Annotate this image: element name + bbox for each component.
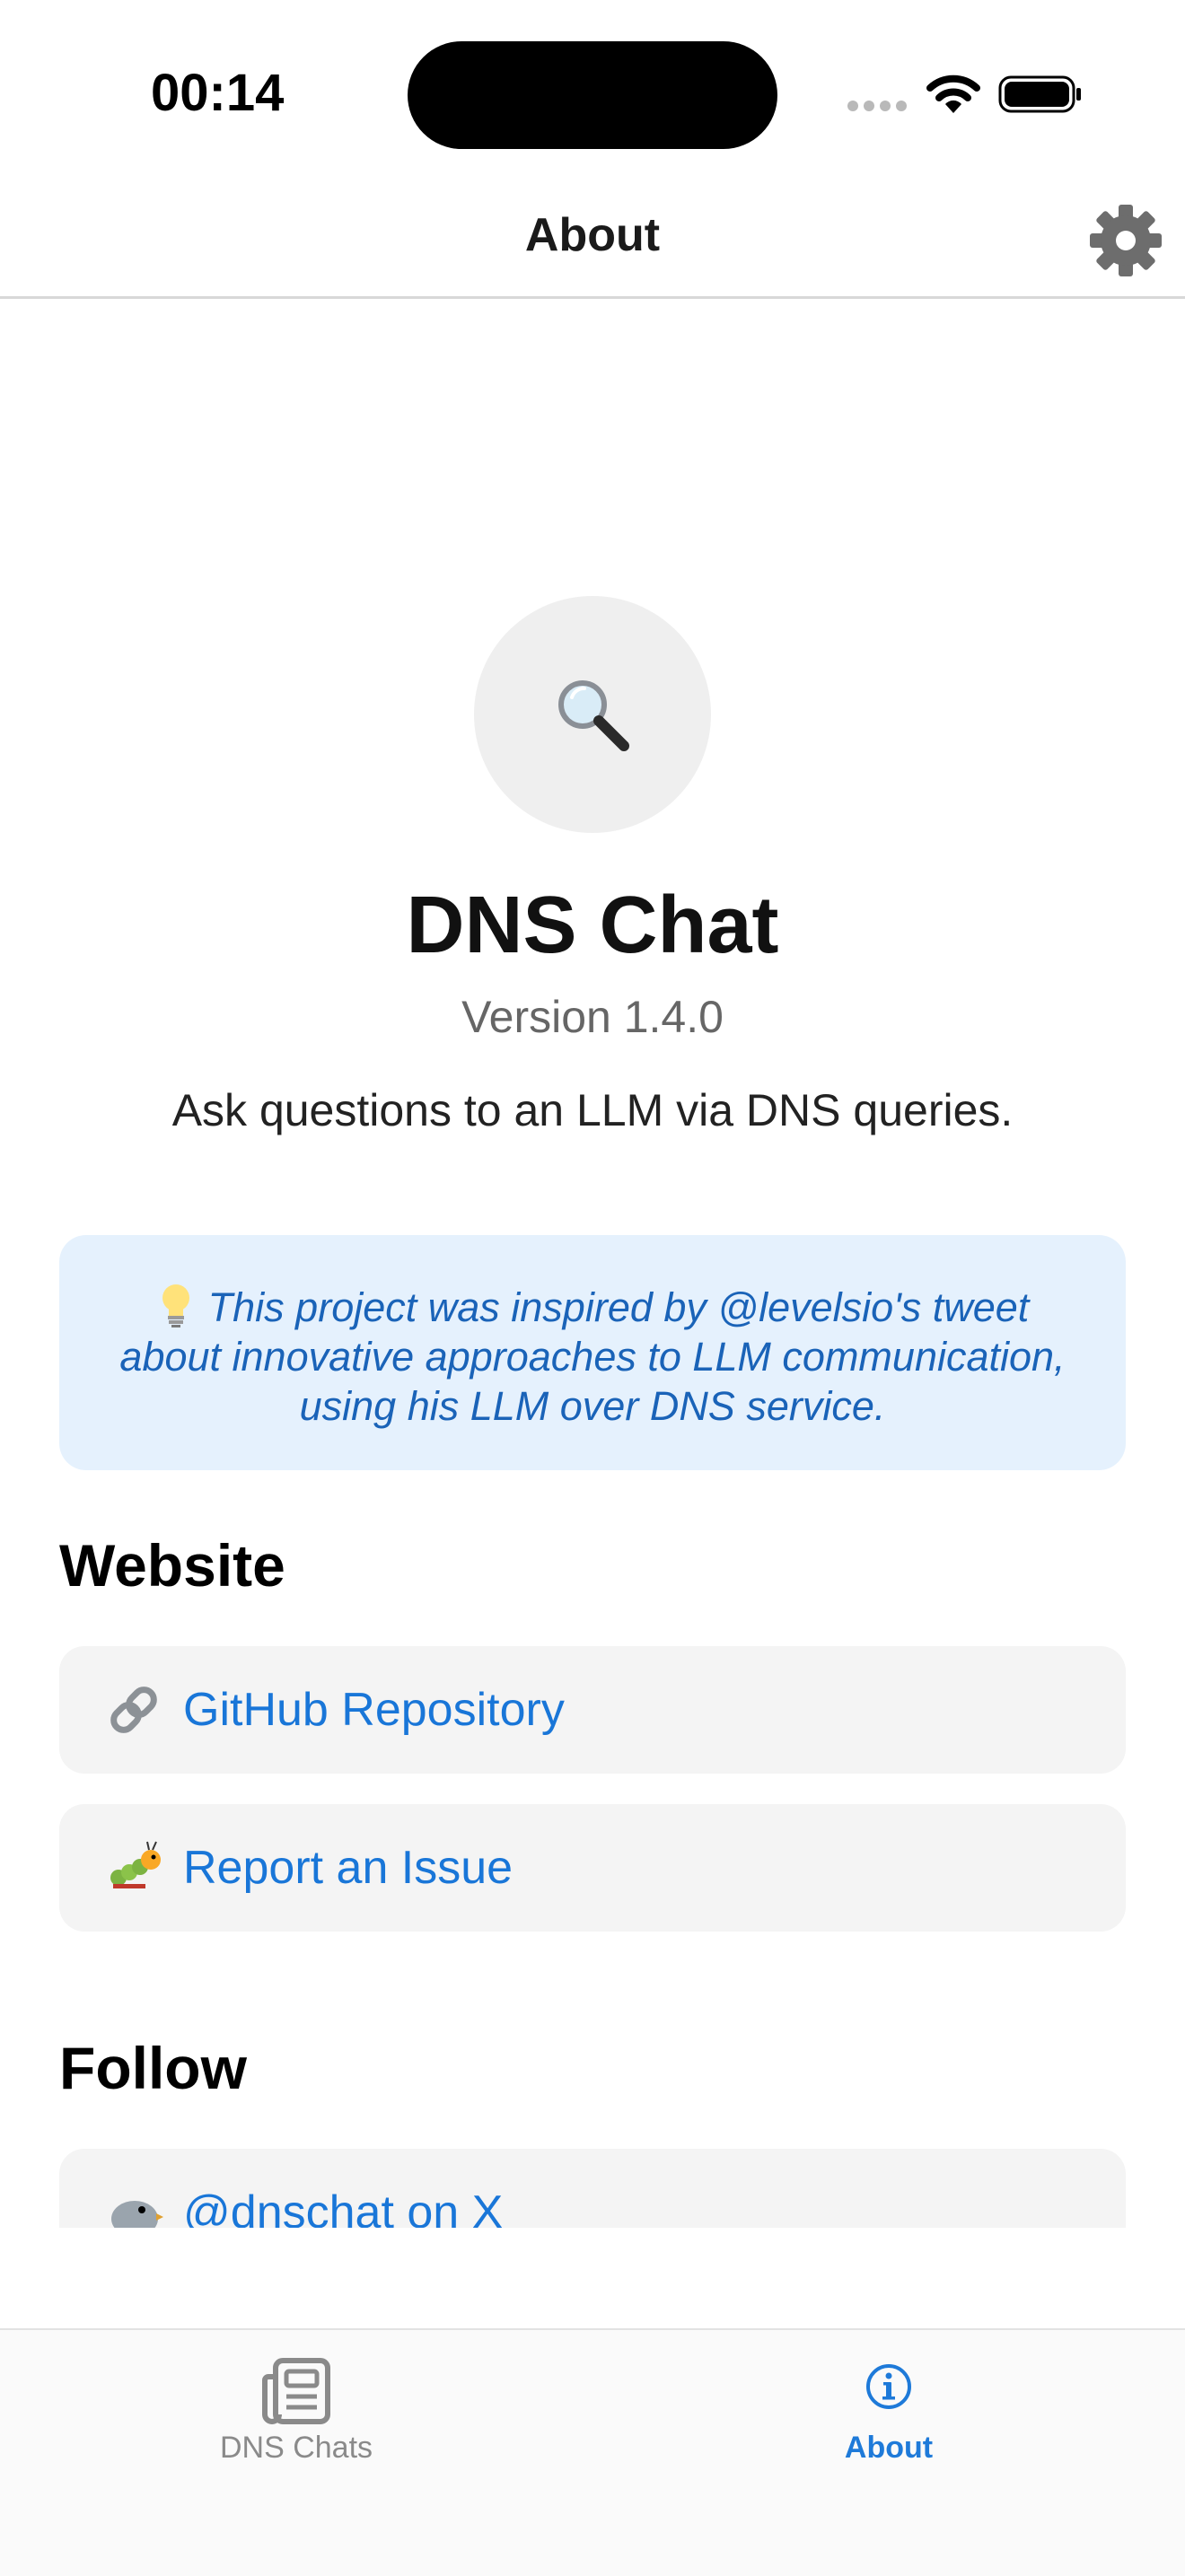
page-title: About [524, 209, 661, 261]
battery-icon [998, 74, 1083, 115]
lightbulb-icon [162, 1284, 189, 1327]
tab-about[interactable]: About [592, 2330, 1185, 2510]
nav-header: About [0, 171, 1185, 299]
tab-bar: DNS Chats About [0, 2328, 1185, 2576]
bug-icon [104, 1838, 163, 1897]
info-circle-icon [865, 2362, 913, 2415]
link-label: @dnschat on X [183, 2186, 504, 2228]
cellular-signal-icon [847, 101, 907, 113]
app-tagline: Ask questions to an LLM via DNS queries. [171, 1085, 1014, 1135]
app-logo [474, 596, 711, 833]
scroll-clip: @dnschat on X [0, 2136, 1185, 2228]
dynamic-island [408, 41, 777, 149]
app-name: DNS Chat [406, 881, 779, 970]
link-label: GitHub Repository [183, 1684, 565, 1736]
follow-heading: Follow [59, 2035, 247, 2101]
magnifying-glass-icon [558, 680, 629, 751]
gear-icon [1090, 205, 1162, 276]
status-time: 00:14 [151, 64, 285, 122]
wifi-icon [926, 74, 980, 115]
inspiration-note: This project was inspired by @levelsio's… [59, 1235, 1126, 1470]
report-issue-link[interactable]: Report an Issue [59, 1804, 1126, 1932]
link-icon [104, 1680, 163, 1739]
inspiration-text: This project was inspired by @levelsio's… [119, 1284, 1066, 1429]
x-account-link[interactable]: @dnschat on X [59, 2149, 1126, 2228]
tab-dns-chats[interactable]: DNS Chats [0, 2330, 592, 2510]
bird-icon [104, 2183, 163, 2228]
tab-label: DNS Chats [219, 2431, 373, 2465]
website-heading: Website [59, 1532, 285, 1599]
github-repository-link[interactable]: GitHub Repository [59, 1646, 1126, 1774]
link-label: Report an Issue [183, 1842, 514, 1894]
newspaper-icon [261, 2357, 331, 2430]
tab-label: About [844, 2431, 934, 2465]
app-version: Version 1.4.0 [461, 992, 724, 1042]
settings-button[interactable] [1088, 203, 1163, 278]
